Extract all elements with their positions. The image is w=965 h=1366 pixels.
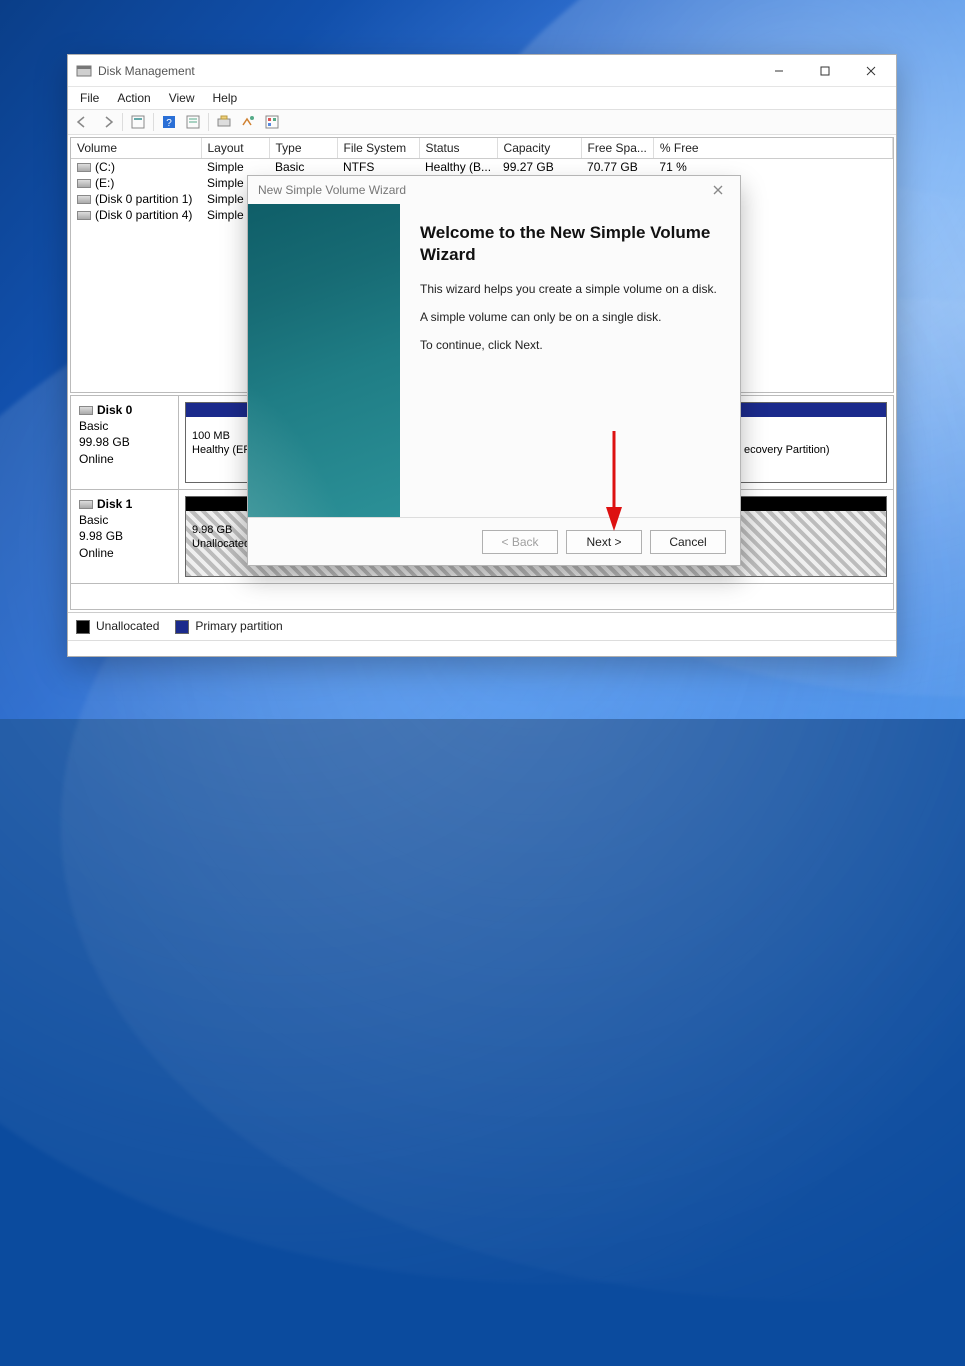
window-title: Disk Management — [98, 64, 195, 78]
menu-action[interactable]: Action — [109, 89, 158, 107]
disk-icon — [79, 406, 93, 415]
col-volume[interactable]: Volume — [71, 138, 201, 159]
maximize-button[interactable] — [802, 56, 848, 86]
next-button[interactable]: Next > — [566, 530, 642, 554]
disk-label[interactable]: Disk 0 Basic 99.98 GB Online — [71, 396, 179, 489]
cancel-button[interactable]: Cancel — [650, 530, 726, 554]
cell: (C:) — [95, 160, 115, 174]
cell: Healthy (B... — [419, 159, 497, 176]
disk-kind: Basic — [79, 419, 108, 433]
col-type[interactable]: Type — [269, 138, 337, 159]
menu-view[interactable]: View — [161, 89, 203, 107]
back-icon[interactable] — [72, 112, 94, 132]
disk-state: Online — [79, 546, 114, 560]
col-capacity[interactable]: Capacity — [497, 138, 581, 159]
titlebar[interactable]: Disk Management — [68, 55, 896, 87]
col-freespace[interactable]: Free Spa... — [581, 138, 653, 159]
legend-label: Unallocated — [96, 619, 159, 633]
cell: NTFS — [337, 159, 419, 176]
statusbar — [68, 640, 896, 656]
wizard-footer: < Back Next > Cancel — [248, 517, 740, 565]
toolbar: ? — [68, 109, 896, 135]
wizard-heading: Welcome to the New Simple Volume Wizard — [420, 222, 720, 266]
toolbar-icon-c[interactable] — [237, 112, 259, 132]
wizard-side-graphic — [248, 204, 400, 517]
app-icon — [76, 63, 92, 79]
col-layout[interactable]: Layout — [201, 138, 269, 159]
toolbar-icon-a[interactable] — [182, 112, 204, 132]
disk-kind: Basic — [79, 513, 108, 527]
close-button[interactable] — [848, 56, 894, 86]
cell: (Disk 0 partition 4) — [95, 208, 192, 222]
legend: Unallocated Primary partition — [68, 612, 896, 640]
cell: (Disk 0 partition 1) — [95, 192, 192, 206]
cell: (E:) — [95, 176, 114, 190]
cell: Simple — [201, 159, 269, 176]
disk-size: 99.98 GB — [79, 435, 130, 449]
cell: Basic — [269, 159, 337, 176]
help-icon[interactable]: ? — [158, 112, 180, 132]
drive-icon — [77, 163, 91, 172]
menu-help[interactable]: Help — [205, 89, 246, 107]
partition[interactable]: ecovery Partition) — [737, 402, 887, 483]
new-simple-volume-wizard-dialog: New Simple Volume Wizard Welcome to the … — [247, 175, 741, 566]
col-filesystem[interactable]: File System — [337, 138, 419, 159]
dialog-titlebar[interactable]: New Simple Volume Wizard — [248, 176, 740, 204]
menu-file[interactable]: File — [72, 89, 107, 107]
drive-icon — [77, 195, 91, 204]
forward-icon[interactable] — [96, 112, 118, 132]
svg-text:?: ? — [166, 118, 172, 129]
cell: 99.27 GB — [497, 159, 581, 176]
disk-name: Disk 1 — [97, 497, 132, 511]
wizard-text: A simple volume can only be on a single … — [420, 310, 720, 324]
wizard-text: This wizard helps you create a simple vo… — [420, 282, 720, 296]
part-status: ecovery Partition) — [744, 443, 880, 457]
disk-size: 9.98 GB — [79, 529, 123, 543]
disk-label[interactable]: Disk 1 Basic 9.98 GB Online — [71, 490, 179, 583]
col-status[interactable]: Status — [419, 138, 497, 159]
drive-icon — [77, 211, 91, 220]
back-button[interactable]: < Back — [482, 530, 558, 554]
legend-swatch-primary — [175, 620, 189, 634]
legend-label: Primary partition — [195, 619, 282, 633]
disk-name: Disk 0 — [97, 403, 132, 417]
col-pctfree[interactable]: % Free — [653, 138, 892, 159]
cell: 71 % — [653, 159, 892, 176]
disk-icon — [79, 500, 93, 509]
dialog-title: New Simple Volume Wizard — [258, 183, 406, 197]
toolbar-icon-d[interactable] — [261, 112, 283, 132]
table-row[interactable]: (C:) Simple Basic NTFS Healthy (B... 99.… — [71, 159, 893, 176]
legend-swatch-unallocated — [76, 620, 90, 634]
disk-state: Online — [79, 452, 114, 466]
properties-icon[interactable] — [127, 112, 149, 132]
toolbar-icon-b[interactable] — [213, 112, 235, 132]
wizard-text: To continue, click Next. — [420, 338, 720, 352]
minimize-button[interactable] — [756, 56, 802, 86]
dialog-close-button[interactable] — [702, 178, 734, 202]
wizard-content: Welcome to the New Simple Volume Wizard … — [400, 204, 740, 517]
menubar: File Action View Help — [68, 87, 896, 109]
drive-icon — [77, 179, 91, 188]
cell: 70.77 GB — [581, 159, 653, 176]
